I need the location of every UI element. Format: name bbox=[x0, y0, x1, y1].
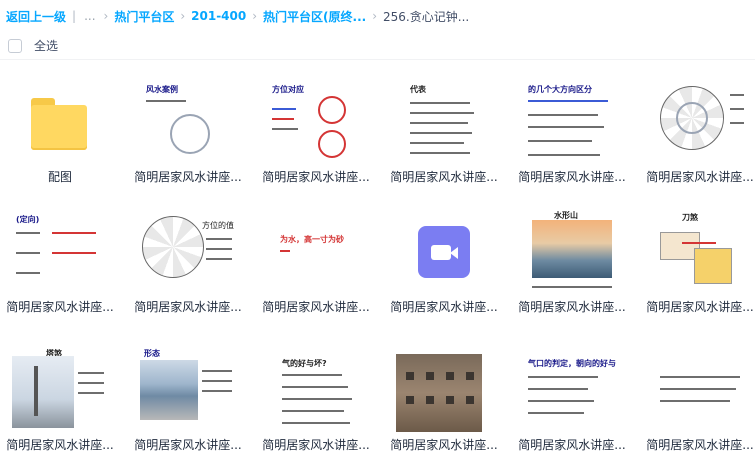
folder-icon bbox=[12, 78, 108, 166]
document-thumbnail: 为水，高一寸为砂 bbox=[268, 208, 364, 296]
breadcrumb-item-hot-platform[interactable]: 热门平台区 bbox=[114, 8, 174, 25]
file-tile[interactable]: 塔煞 简明居家风水讲座... bbox=[0, 336, 120, 454]
document-thumbnail: 气的好与坏? bbox=[268, 346, 364, 434]
document-thumbnail: 形态 bbox=[140, 346, 236, 434]
file-name: 简明居家风水讲座... bbox=[646, 300, 754, 314]
chevron-right-icon: › bbox=[372, 9, 378, 23]
file-browser: 返回上一级 | ... › 热门平台区 › 201-400 › 热门平台区(原终… bbox=[0, 0, 755, 457]
file-name: 简明居家风水讲座... bbox=[518, 170, 626, 184]
file-name: 简明居家风水讲座... bbox=[134, 438, 242, 452]
slide-heading: 方位对应 bbox=[272, 85, 304, 94]
file-name: 配图 bbox=[47, 170, 72, 184]
slide-heading: (定向) bbox=[16, 215, 40, 224]
document-thumbnail: 塔煞 bbox=[12, 346, 108, 434]
breadcrumb-current: 256.贪心记钟... bbox=[383, 9, 470, 24]
document-thumbnail: 方位的值 bbox=[140, 208, 236, 296]
chevron-right-icon: › bbox=[180, 9, 186, 23]
file-tile[interactable]: 刀煞 简明居家风水讲座... bbox=[640, 198, 755, 316]
document-thumbnail bbox=[652, 346, 748, 434]
select-all-checkbox[interactable] bbox=[8, 38, 22, 53]
mountain-photo bbox=[532, 220, 612, 278]
slide-heading: 风水案例 bbox=[146, 85, 178, 94]
file-tile[interactable]: 配图 bbox=[0, 68, 120, 186]
document-thumbnail: 水形山 bbox=[524, 208, 620, 296]
document-thumbnail: 刀煞 bbox=[652, 208, 748, 296]
file-tile[interactable]: 简明居家风水讲座... bbox=[640, 336, 755, 454]
file-tile[interactable]: 简明居家风水讲座... bbox=[384, 336, 504, 454]
file-name: 简明居家风水讲座... bbox=[262, 300, 370, 314]
breadcrumb-item-201-400[interactable]: 201-400 bbox=[191, 9, 246, 23]
breadcrumb-ellipsis[interactable]: ... bbox=[84, 9, 95, 23]
slide-heading: 气的好与坏? bbox=[282, 359, 327, 368]
file-tile[interactable]: 气的好与坏? 简明居家风水讲座... bbox=[256, 336, 376, 454]
file-tile[interactable]: 方位对应 简明居家风水讲座... bbox=[256, 68, 376, 186]
chevron-right-icon: › bbox=[252, 9, 258, 23]
breadcrumb: 返回上一级 | ... › 热门平台区 › 201-400 › 热门平台区(原终… bbox=[6, 6, 469, 26]
chevron-right-icon: › bbox=[103, 9, 109, 23]
slide-heading: 为水，高一寸为砂 bbox=[280, 235, 344, 244]
slide-heading: 形态 bbox=[144, 349, 160, 358]
file-name: 简明居家风水讲座... bbox=[646, 438, 754, 452]
document-thumbnail: 风水案例 bbox=[140, 78, 236, 166]
document-thumbnail: 气口的判定，朝向的好与 bbox=[524, 346, 620, 434]
building-photo bbox=[396, 354, 482, 432]
slide-heading: 方位的值 bbox=[202, 221, 234, 230]
file-name: 简明居家风水讲座... bbox=[262, 170, 370, 184]
slide-heading: 的几个大方向区分 bbox=[528, 85, 592, 94]
file-name: 简明居家风水讲座... bbox=[390, 170, 498, 184]
slide-heading: 代表 bbox=[410, 85, 426, 94]
document-thumbnail bbox=[652, 78, 748, 166]
document-thumbnail: (定向) bbox=[12, 208, 108, 296]
file-name: 简明居家风水讲座... bbox=[262, 438, 370, 452]
file-name: 简明居家风水讲座... bbox=[6, 438, 114, 452]
slide-heading: 气口的判定，朝向的好与 bbox=[528, 359, 616, 368]
video-icon bbox=[396, 208, 492, 296]
file-tile[interactable]: 为水，高一寸为砂 简明居家风水讲座... bbox=[256, 198, 376, 316]
file-tile[interactable]: 方位的值 简明居家风水讲座... bbox=[128, 198, 248, 316]
tower-photo bbox=[12, 356, 74, 428]
file-name: 简明居家风水讲座... bbox=[390, 438, 498, 452]
breadcrumb-item-hot-platform-original[interactable]: 热门平台区(原终... bbox=[263, 8, 366, 25]
file-name: 简明居家风水讲座... bbox=[6, 300, 114, 314]
file-tile[interactable]: 气口的判定，朝向的好与 简明居家风水讲座... bbox=[512, 336, 632, 454]
toolbar: 全选 bbox=[0, 32, 755, 60]
file-tile[interactable]: 代表 简明居家风水讲座... bbox=[384, 68, 504, 186]
document-thumbnail: 方位对应 bbox=[268, 78, 364, 166]
file-name: 简明居家风水讲座... bbox=[134, 300, 242, 314]
file-tile[interactable]: (定向) 简明居家风水讲座... bbox=[0, 198, 120, 316]
file-tile[interactable]: 简明居家风水讲座... bbox=[640, 68, 755, 186]
file-tile[interactable]: 简明居家风水讲座... bbox=[384, 198, 504, 316]
back-link[interactable]: 返回上一级 bbox=[6, 8, 66, 25]
file-tile[interactable]: 风水案例 简明居家风水讲座... bbox=[128, 68, 248, 186]
file-name: 简明居家风水讲座... bbox=[134, 170, 242, 184]
file-tile[interactable]: 形态 简明居家风水讲座... bbox=[128, 336, 248, 454]
file-name: 简明居家风水讲座... bbox=[390, 300, 498, 314]
file-name: 简明居家风水讲座... bbox=[518, 300, 626, 314]
document-thumbnail: 的几个大方向区分 bbox=[524, 78, 620, 166]
slide-heading: 刀煞 bbox=[682, 213, 698, 222]
document-thumbnail: 代表 bbox=[396, 78, 492, 166]
city-photo bbox=[140, 360, 198, 420]
breadcrumb-separator: | bbox=[72, 9, 77, 23]
document-thumbnail bbox=[396, 346, 492, 434]
file-name: 简明居家风水讲座... bbox=[646, 170, 754, 184]
file-tile[interactable]: 水形山 简明居家风水讲座... bbox=[512, 198, 632, 316]
file-name: 简明居家风水讲座... bbox=[518, 438, 626, 452]
file-tile[interactable]: 的几个大方向区分 简明居家风水讲座... bbox=[512, 68, 632, 186]
select-all-label[interactable]: 全选 bbox=[34, 37, 58, 54]
